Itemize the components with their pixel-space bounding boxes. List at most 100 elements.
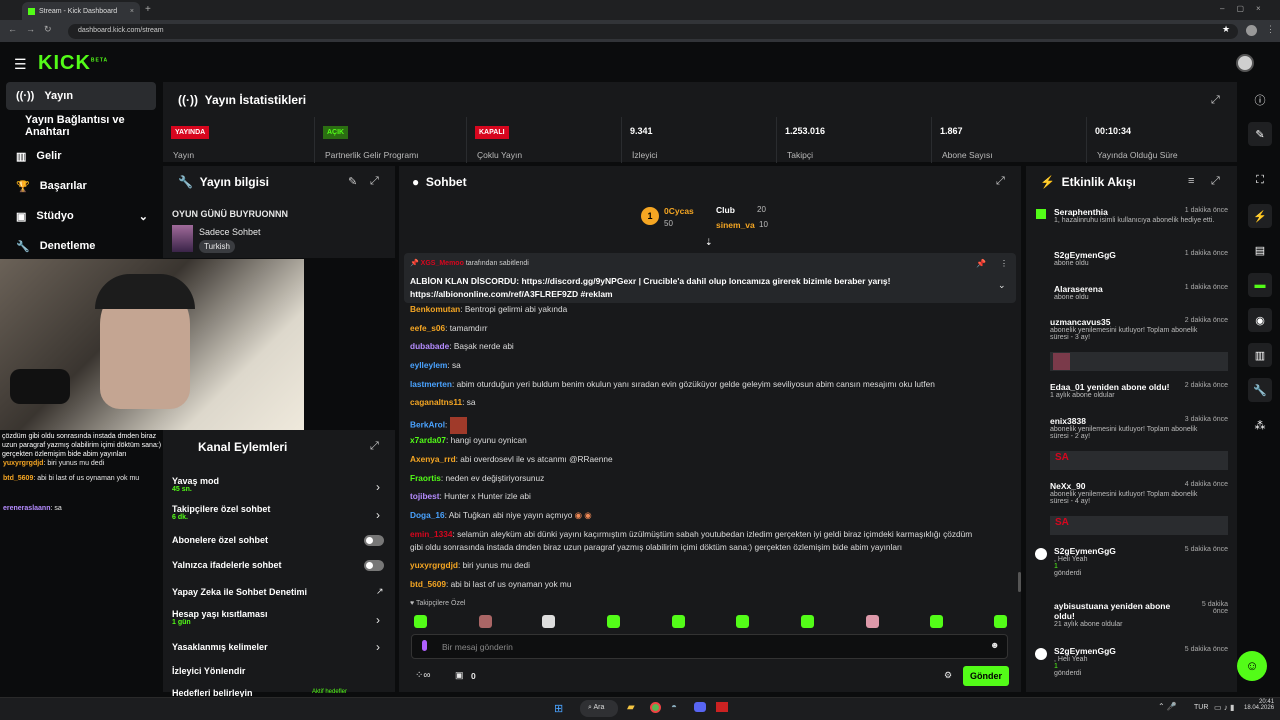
chevron-right-icon[interactable]: › [376,508,380,522]
kick-logo[interactable]: KICKBETA [38,52,108,75]
leader-name[interactable]: sinem_va [716,220,755,230]
emote-icon[interactable] [994,615,1007,628]
folder-icon[interactable]: ▰ [627,702,635,713]
gear-icon[interactable]: ⚙ [944,670,952,681]
nav-item-denetleme[interactable]: 🔧 Denetleme [6,232,156,260]
help-chat-icon[interactable]: ☺ [1237,651,1267,681]
menu-dots-icon[interactable]: ⋮ [1266,24,1275,35]
emote-icon[interactable] [607,615,620,628]
chat-message: emin_1334: selamün aleyküm abi dünki yay… [410,529,973,539]
tag-pill[interactable]: Turkish [199,240,235,253]
fullscreen-icon[interactable]: ⛶ [1248,168,1272,192]
emote-icon[interactable] [542,615,555,628]
new-tab-icon[interactable]: + [145,4,151,15]
gift-icon[interactable]: ▣ [455,670,464,681]
emote-icon[interactable] [930,615,943,628]
emote-icon[interactable] [479,615,492,628]
user-avatar[interactable] [1236,54,1254,72]
clock[interactable]: 20:41 18.04.2026 [1244,699,1274,711]
popout-icon[interactable]: ⤢ [370,440,379,453]
setting-banned-words[interactable]: Yasaklanmış kelimeler [172,642,268,652]
stat-cell-partnership: AÇIK Partnerlik Gelir Programı [315,117,467,163]
mic-icon[interactable] [422,640,427,651]
leader-name[interactable]: 0Cycas [664,206,694,216]
setting-followers-only[interactable]: Takipçilere özel sohbet 6 dk. [172,504,270,521]
category-name[interactable]: Sadece Sohbet [199,227,261,237]
nav-item-gelir[interactable]: ▥ Gelir [6,142,156,170]
setting-account-age[interactable]: Hesap yaşı kısıtlaması 1 gün [172,609,268,626]
steam-icon[interactable]: ◓ [671,702,677,713]
stack-icon[interactable]: ▥ [1248,343,1272,367]
setting-slow-mode[interactable]: Yavaş mod 45 sn. [172,476,219,493]
nav-item-yayin[interactable]: ((·)) Yayın [6,82,156,110]
pinned-link[interactable]: https://albiononline.com/ref/A3FLREF9ZD … [410,289,613,299]
emote-icon[interactable] [866,615,879,628]
broadcast-icon[interactable]: ◉ [1248,308,1272,332]
url-field[interactable]: dashboard.kick.com/stream [68,24,1238,39]
emote-icon[interactable] [672,615,685,628]
stream-title: OYUN GÜNÜ BUYRUONNN [172,209,289,219]
emote-icon[interactable] [414,615,427,628]
popout-icon[interactable]: ⤢ [996,175,1005,188]
edit-icon[interactable]: ✎ [1248,122,1272,146]
rank-1-icon: 1 [641,207,659,225]
window-controls[interactable]: –▢× [1220,4,1273,13]
language-indicator[interactable]: TUR [1194,704,1208,711]
setting-host[interactable]: İzleyici Yönlendir [172,666,245,676]
chevron-right-icon[interactable]: › [376,480,380,494]
activity-item: enix3838 abonelik yenilemesini kutluyor! … [1032,416,1230,474]
wrench-icon: 🔧 [16,240,30,253]
document-icon[interactable]: ▤ [1248,238,1272,262]
toggle-emotes-only[interactable] [364,560,384,571]
leader-name[interactable]: Club [716,205,735,215]
browser-tab[interactable]: Stream - Kick Dashboard × [22,2,140,20]
back-icon[interactable]: ← [8,24,17,34]
bookmark-star-icon[interactable]: ★ [1222,24,1230,35]
toggle-subscribers-only[interactable] [364,535,384,546]
hamburger-icon[interactable]: ☰ [14,56,27,73]
menu-dots-icon[interactable]: ⋮ [1000,259,1008,268]
popout-icon[interactable]: ⤢ [1211,94,1220,107]
wrench-icon[interactable]: 🔧 [1248,378,1272,402]
taskbar-search[interactable]: ⌕ Ara [580,700,618,717]
nav-item-studyo[interactable]: ▣ Stüdyo ⌄ [6,202,156,230]
edit-icon[interactable]: ✎ [348,175,357,188]
chevron-right-icon[interactable]: › [376,613,380,627]
scroll-down-icon[interactable]: ⇣ [705,237,713,248]
forward-icon[interactable]: → [26,24,35,34]
chat-bubble-icon[interactable]: ▬ [1248,273,1272,297]
windows-start-icon[interactable]: ⊞ [554,702,563,715]
share-icon[interactable]: ⁂ [1248,413,1272,437]
info-icon[interactable]: ⓘ [1248,88,1272,112]
unpin-icon[interactable]: 📌 [976,259,986,268]
reload-icon[interactable]: ↻ [44,24,52,35]
filter-icon[interactable]: ≡ [1188,175,1194,187]
category-thumbnail [172,225,193,252]
gift-icon [1036,209,1046,219]
chevron-right-icon[interactable]: › [376,640,380,654]
send-button[interactable]: Gönder [963,666,1009,686]
close-icon[interactable]: × [130,8,134,15]
chat-scrollbar[interactable] [1018,572,1021,592]
lightning-icon[interactable]: ⚡ [1248,204,1272,228]
message-input[interactable]: Bir mesaj gönderin [442,642,513,652]
external-link-icon[interactable]: ↗ [376,586,384,597]
emoji-icon[interactable]: ☻ [990,640,999,650]
emote-icon[interactable] [736,615,749,628]
tray-icons[interactable]: ⌃ 🎤 [1158,702,1177,711]
nav-item-basarilar[interactable]: 🏆 Başarılar [6,172,156,200]
network-volume-icons[interactable]: ▭ ♪ ▮ [1214,703,1234,712]
setting-ai-moderation[interactable]: Yapay Zeka ile Sohbet Denetimi [172,587,307,597]
infinity-icon[interactable]: ⁘∞ [415,670,431,681]
emote-icon[interactable] [801,615,814,628]
chevron-down-icon[interactable]: ⌄ [998,280,1006,291]
popout-icon[interactable]: ⤢ [370,175,379,188]
profile-avatar[interactable] [1246,25,1257,36]
chrome-icon[interactable] [650,702,661,713]
app-icon[interactable] [716,702,728,712]
channel-actions-title: Kanal Eylemleri [198,440,288,454]
discord-icon[interactable] [694,702,706,712]
nav-item-stream-key[interactable]: Yayın Bağlantısı ve Anahtarı [6,112,156,140]
popout-icon[interactable]: ⤢ [1211,175,1220,188]
emote-image [449,417,467,434]
